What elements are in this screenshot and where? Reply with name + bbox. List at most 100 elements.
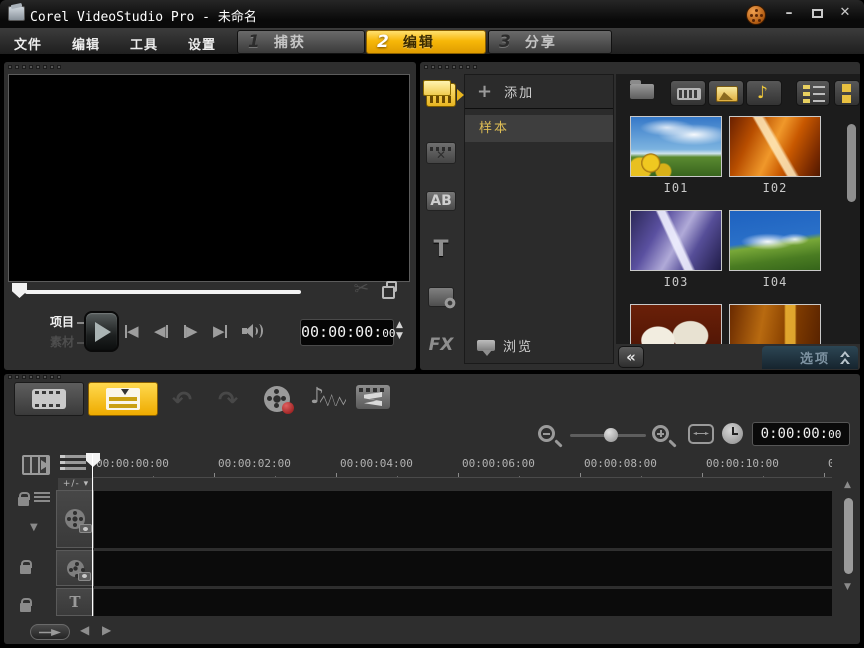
options-button[interactable]: 选项: [762, 346, 858, 369]
chapter-point-icon[interactable]: [60, 455, 86, 475]
slider-knob[interactable]: [604, 428, 618, 442]
media-thumbnail[interactable]: I03: [630, 210, 722, 289]
panel-grip[interactable]: [424, 65, 477, 69]
category-filter[interactable]: FX: [425, 330, 457, 360]
filter-audio-button[interactable]: ♪: [746, 80, 782, 106]
video-track-header[interactable]: [56, 490, 94, 548]
thumbnail-image-coffee-cups[interactable]: [630, 304, 722, 344]
category-instant-project[interactable]: ✕: [425, 138, 457, 168]
library-panel: ✕ AB T FX + 添加 样本 浏览 ♪ I01 I02 I03: [420, 62, 860, 370]
timeline-toolbar: ↶ ↷ ♪: [4, 380, 860, 420]
browse-button[interactable]: 浏览: [477, 336, 533, 355]
timeline-zoom-slider[interactable]: [570, 424, 646, 446]
scroll-down-icon[interactable]: ▼: [844, 582, 851, 592]
zoom-out-icon[interactable]: [538, 425, 555, 442]
media-thumbnail[interactable]: I04: [729, 210, 821, 289]
title-track-header[interactable]: T: [56, 588, 94, 616]
add-folder-button[interactable]: + 添加: [465, 75, 613, 109]
ruler-row: 00:00:00:00 00:00:02:00 00:00:04:00 00:0…: [4, 452, 860, 480]
filter-videos-button[interactable]: [670, 80, 706, 106]
gallery-scrollbar[interactable]: [846, 116, 857, 276]
menu-file[interactable]: 文件: [14, 34, 42, 53]
category-media[interactable]: [425, 80, 457, 110]
clip-mode-label[interactable]: 素材: [50, 333, 85, 350]
playhead-line[interactable]: [92, 454, 93, 616]
scroll-left-button[interactable]: ◀: [80, 623, 89, 637]
folder-item-sample[interactable]: 样本: [465, 115, 613, 142]
eye-icon: [79, 524, 92, 533]
corel-reel-badge-icon[interactable]: [746, 5, 766, 25]
overlay-track-header[interactable]: [56, 550, 94, 586]
step-tab-share[interactable]: 3 分享: [488, 30, 612, 54]
scroll-up-icon[interactable]: ▲: [844, 480, 851, 490]
preview-timecode[interactable]: 00:00:00:00: [300, 319, 394, 346]
auto-music-icon[interactable]: [356, 385, 390, 409]
record-capture-icon[interactable]: [264, 386, 290, 412]
import-folder-icon[interactable]: [630, 84, 654, 99]
sound-mixer-icon[interactable]: ♪: [310, 384, 346, 412]
scrollbar-thumb[interactable]: [847, 124, 856, 202]
timeline-timecode[interactable]: 0:00:00:00: [752, 422, 850, 446]
collapse-tracks-chevron[interactable]: ▼: [30, 522, 38, 533]
menu-tools[interactable]: 工具: [130, 34, 158, 53]
menu-edit[interactable]: 编辑: [72, 34, 100, 53]
volume-icon[interactable]: [242, 324, 264, 338]
storyboard-view-button[interactable]: [14, 382, 84, 416]
overlay-track-lane[interactable]: [94, 550, 832, 586]
duration-clock-icon[interactable]: [722, 423, 743, 444]
title-track-lane[interactable]: [94, 588, 832, 616]
play-button[interactable]: [84, 311, 119, 352]
category-graphic[interactable]: [425, 282, 457, 312]
timeline-view-button[interactable]: [88, 382, 158, 416]
media-thumbnail[interactable]: I02: [729, 116, 821, 195]
category-transition[interactable]: AB: [425, 186, 457, 216]
browse-folder-icon: [477, 340, 495, 351]
media-thumbnail[interactable]: [630, 304, 722, 344]
filter-photos-button[interactable]: [708, 80, 744, 106]
scroll-right-button[interactable]: ▶: [102, 623, 111, 637]
thumbnail-image-green-hill[interactable]: [729, 210, 821, 271]
next-frame-button[interactable]: ▶: [184, 322, 198, 340]
media-thumbnail[interactable]: [729, 304, 821, 344]
scrubber-track[interactable]: [25, 290, 301, 294]
track-manager-icon[interactable]: [22, 455, 50, 475]
timeline-ruler[interactable]: 00:00:00:00 00:00:02:00 00:00:04:00 00:0…: [92, 452, 832, 478]
timeline-bottom-bar: ◀ ▶: [4, 622, 860, 644]
thumbnail-view-button[interactable]: [834, 80, 860, 106]
step-tab-edit[interactable]: 2 编辑: [366, 30, 486, 54]
zoom-in-icon[interactable]: [652, 425, 669, 442]
maximize-button[interactable]: [806, 6, 828, 22]
redo-button[interactable]: ↷: [218, 386, 238, 414]
undo-button[interactable]: ↶: [172, 386, 192, 414]
ripple-edit-title-toggle[interactable]: [20, 598, 31, 612]
auto-scroll-timeline-button[interactable]: [30, 624, 70, 640]
menu-settings[interactable]: 设置: [188, 34, 216, 53]
list-view-button[interactable]: [796, 80, 830, 106]
spin-down-icon[interactable]: ▼: [396, 332, 403, 341]
video-track-lane[interactable]: [94, 490, 832, 548]
thumbnail-image-orange-abstract[interactable]: [729, 116, 821, 177]
timeline-vertical-scrollbar[interactable]: ▲ ▼: [842, 480, 856, 620]
collapse-library-button[interactable]: «: [618, 346, 644, 368]
go-end-button[interactable]: ▶: [213, 322, 227, 340]
thumbnail-image-purple-abstract[interactable]: [630, 210, 722, 271]
spin-up-icon[interactable]: ▲: [396, 321, 403, 330]
trim-scissors-icon[interactable]: ✂: [353, 277, 371, 300]
panel-grip[interactable]: [8, 375, 61, 379]
project-mode-label[interactable]: 项目: [50, 313, 85, 330]
thumbnail-image-amber-texture[interactable]: [729, 304, 821, 344]
previous-frame-button[interactable]: ◀: [154, 322, 168, 340]
thumbnail-image-sunflower[interactable]: [630, 116, 722, 177]
go-start-button[interactable]: ◀: [125, 322, 139, 340]
fit-timeline-button[interactable]: [688, 424, 714, 444]
panel-grip[interactable]: [8, 65, 61, 69]
step-tab-capture[interactable]: 1 捕获: [237, 30, 365, 54]
scrollbar-thumb[interactable]: [844, 498, 853, 574]
close-button[interactable]: ✕: [834, 6, 856, 22]
split-clip-icon[interactable]: [386, 281, 397, 292]
ripple-edit-overlay-toggle[interactable]: [20, 560, 31, 574]
minimize-button[interactable]: –: [778, 6, 800, 22]
category-title[interactable]: T: [425, 234, 457, 264]
timecode-spinner[interactable]: ▲ ▼: [396, 321, 403, 341]
media-thumbnail[interactable]: I01: [630, 116, 722, 195]
